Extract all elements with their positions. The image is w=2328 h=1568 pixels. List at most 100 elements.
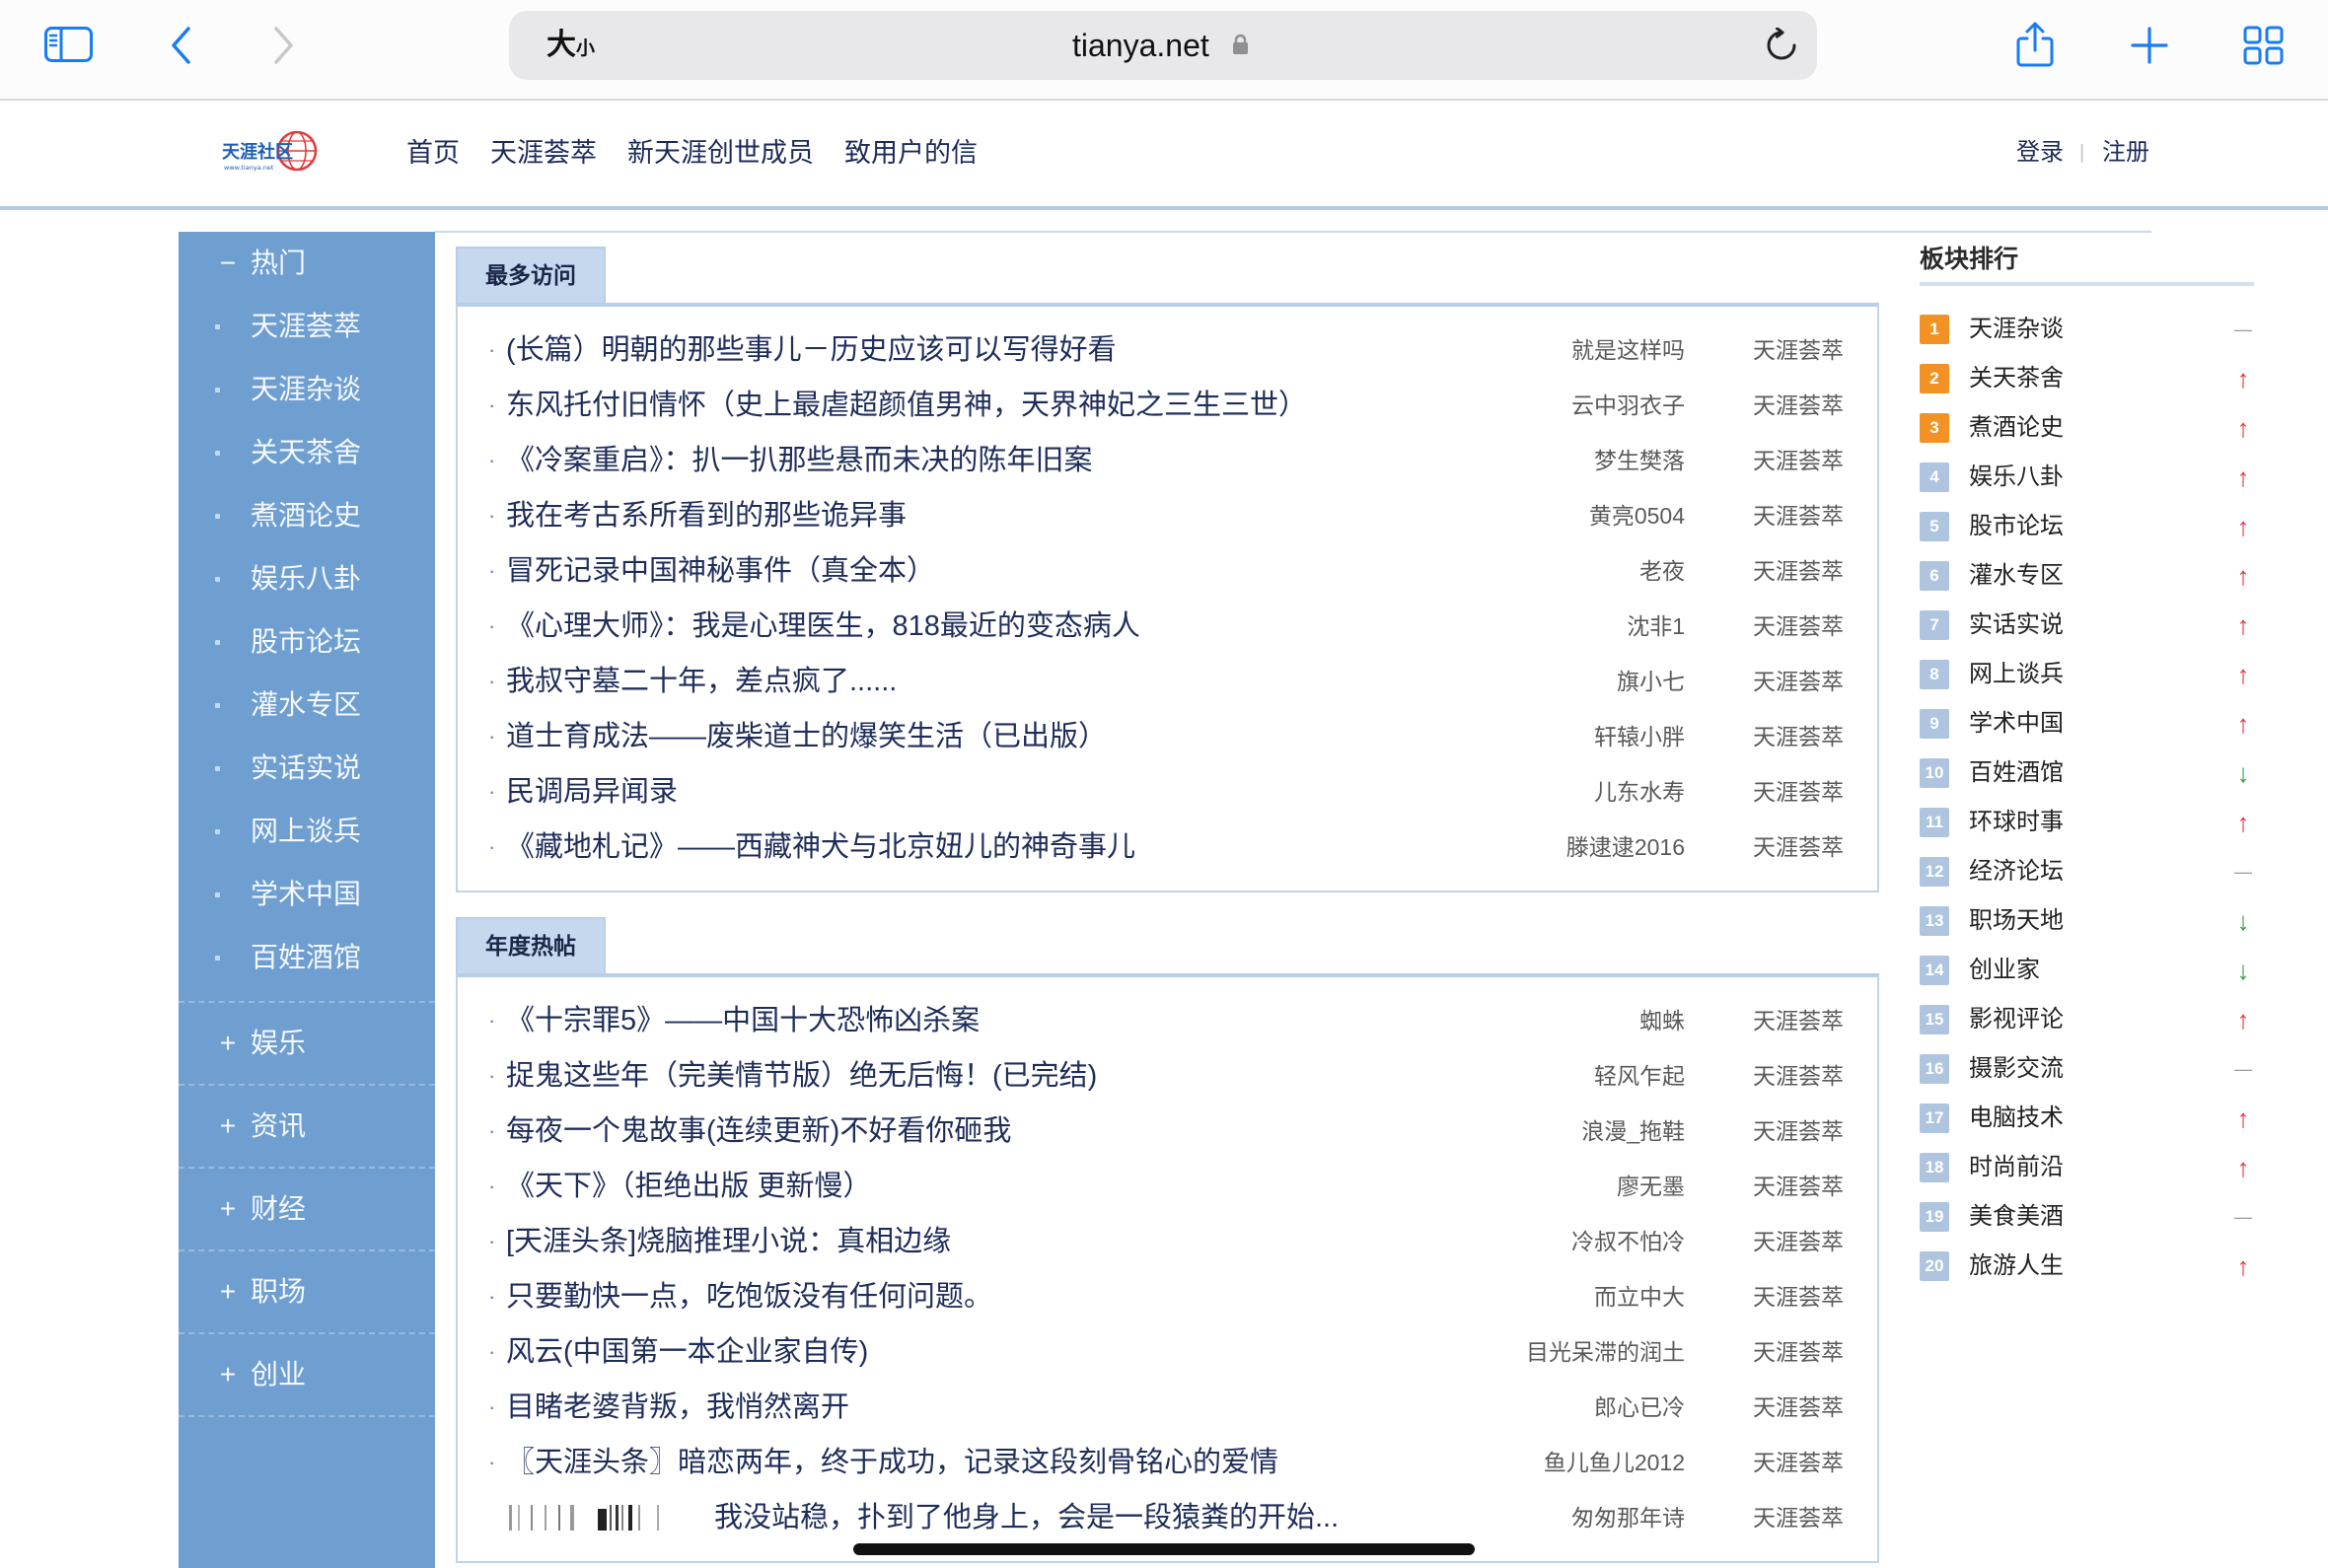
- post-author-link[interactable]: 而立中大: [1594, 1269, 1685, 1324]
- post-title-link[interactable]: 我在考古系所看到的那些诡异事: [506, 488, 907, 543]
- post-board-link[interactable]: 天涯荟萃: [1753, 1159, 1844, 1214]
- expand-icon[interactable]: +: [216, 1086, 240, 1167]
- rank-board-link[interactable]: 煮酒论史: [1969, 403, 2064, 453]
- nav-letter-to-users[interactable]: 致用户的信: [844, 133, 978, 173]
- post-board-link[interactable]: 天涯荟萃: [1753, 1435, 1844, 1490]
- post-author-link[interactable]: 郎心已冷: [1594, 1380, 1685, 1435]
- sidebar-group[interactable]: + 资讯: [179, 1084, 435, 1167]
- post-author-link[interactable]: 轩辕小胖: [1594, 709, 1685, 764]
- post-board-link[interactable]: 天涯荟萃: [1753, 1214, 1844, 1269]
- rank-board-link[interactable]: 百姓酒馆: [1969, 748, 2064, 798]
- post-author-link[interactable]: 轻风乍起: [1594, 1048, 1685, 1104]
- post-board-link[interactable]: 天涯荟萃: [1753, 543, 1844, 599]
- rank-board-link[interactable]: 实话实说: [1969, 601, 2064, 650]
- sidebar-item[interactable]: 实话实说: [179, 737, 435, 800]
- post-board-link[interactable]: 天涯荟萃: [1753, 1048, 1844, 1104]
- post-author-link[interactable]: 冷叔不怕冷: [1571, 1214, 1685, 1269]
- post-title-link[interactable]: 道士育成法——废柴道士的爆笑生活（已出版）: [506, 709, 1107, 764]
- sidebar-item[interactable]: 股市论坛: [179, 610, 435, 674]
- post-board-link[interactable]: 天涯荟萃: [1753, 433, 1844, 488]
- nav-founding-members[interactable]: 新天涯创世成员: [627, 133, 814, 173]
- post-board-link[interactable]: 天涯荟萃: [1753, 599, 1844, 654]
- rank-board-link[interactable]: 美食美酒: [1969, 1192, 2064, 1242]
- post-author-link[interactable]: 鱼儿鱼儿2012: [1544, 1435, 1685, 1490]
- text-size-button[interactable]: 大小: [546, 11, 595, 80]
- rank-board-link[interactable]: 摄影交流: [1969, 1044, 2064, 1094]
- sidebar-item[interactable]: 天涯杂谈: [179, 358, 435, 421]
- sidebar-item[interactable]: 娱乐八卦: [179, 547, 435, 610]
- reload-icon[interactable]: [1764, 27, 1799, 68]
- post-title-link[interactable]: 我叔守墓二十年，差点疯了......: [506, 654, 897, 709]
- sidebar-item[interactable]: 灌水专区: [179, 674, 435, 737]
- rank-board-link[interactable]: 职场天地: [1969, 896, 2064, 946]
- rank-board-link[interactable]: 时尚前沿: [1969, 1143, 2064, 1192]
- post-title-link[interactable]: 民调局异闻录: [506, 764, 678, 820]
- post-board-link[interactable]: 天涯荟萃: [1753, 820, 1844, 875]
- post-title-link[interactable]: 捉鬼这些年（完美情节版）绝无后悔！(已完结): [506, 1048, 1097, 1104]
- url-text[interactable]: tianya.net: [1072, 11, 1209, 80]
- rank-board-link[interactable]: 网上谈兵: [1969, 650, 2064, 699]
- sidebar-item[interactable]: 百姓酒馆: [179, 926, 435, 989]
- post-title-link[interactable]: 《藏地札记》——西藏神犬与北京妞儿的神奇事儿: [506, 820, 1135, 875]
- address-bar[interactable]: 大小 tianya.net: [509, 11, 1817, 80]
- post-board-link[interactable]: 天涯荟萃: [1753, 1380, 1844, 1435]
- sidebar-group-hot[interactable]: − 热门: [179, 232, 435, 295]
- rank-board-link[interactable]: 娱乐八卦: [1969, 453, 2064, 502]
- expand-icon[interactable]: +: [216, 1251, 240, 1332]
- login-link[interactable]: 登录: [2016, 135, 2064, 171]
- share-icon[interactable]: [2014, 21, 2056, 73]
- post-board-link[interactable]: 天涯荟萃: [1753, 654, 1844, 709]
- post-author-link[interactable]: 儿东水寿: [1594, 764, 1685, 820]
- post-title-link[interactable]: 目睹老婆背叛，我悄然离开: [506, 1380, 849, 1435]
- post-author-link[interactable]: 廖无墨: [1617, 1159, 1685, 1214]
- sidebar-group[interactable]: + 创业: [179, 1332, 435, 1417]
- post-board-link[interactable]: 天涯荟萃: [1753, 378, 1844, 433]
- tianya-logo[interactable]: 天涯社区 www.tianya.net: [220, 127, 323, 183]
- sidebar-item[interactable]: 关天茶舍: [179, 421, 435, 484]
- post-author-link[interactable]: 目光呆滞的润土: [1526, 1324, 1685, 1380]
- rank-board-link[interactable]: 电脑技术: [1969, 1094, 2064, 1143]
- plus-icon[interactable]: [2131, 27, 2168, 69]
- sidebar-icon[interactable]: [44, 27, 93, 67]
- post-title-link[interactable]: 我没站稳，扑到了他身上，会是一段猿粪的开始...: [714, 1490, 1339, 1545]
- tabs-grid-icon[interactable]: [2243, 26, 2284, 70]
- post-title-link[interactable]: 《十宗罪5》——中国十大恐怖凶杀案: [506, 993, 980, 1048]
- post-author-link[interactable]: 沈非1: [1627, 599, 1685, 654]
- expand-icon[interactable]: +: [216, 1003, 240, 1084]
- nav-home[interactable]: 首页: [406, 133, 460, 173]
- sidebar-item[interactable]: 网上谈兵: [179, 800, 435, 863]
- post-title-link[interactable]: 风云(中国第一本企业家自传): [506, 1324, 868, 1380]
- expand-icon[interactable]: +: [216, 1334, 240, 1415]
- post-board-link[interactable]: 天涯荟萃: [1753, 488, 1844, 543]
- rank-board-link[interactable]: 灌水专区: [1969, 551, 2064, 601]
- post-board-link[interactable]: 天涯荟萃: [1753, 1269, 1844, 1324]
- collapse-icon[interactable]: −: [216, 232, 240, 295]
- sidebar-item[interactable]: 学术中国: [179, 863, 435, 926]
- post-board-link[interactable]: 天涯荟萃: [1753, 1324, 1844, 1380]
- post-board-link[interactable]: 天涯荟萃: [1753, 1104, 1844, 1159]
- post-title-link[interactable]: 《心理大师》：我是心理医生，818最近的变态病人: [506, 599, 1140, 654]
- post-author-link[interactable]: 黄亮0504: [1589, 488, 1685, 543]
- post-title-link[interactable]: 冒死记录中国神秘事件（真全本）: [506, 543, 935, 599]
- rank-board-link[interactable]: 学术中国: [1969, 699, 2064, 748]
- post-author-link[interactable]: 旗小七: [1617, 654, 1685, 709]
- post-board-link[interactable]: 天涯荟萃: [1753, 993, 1844, 1048]
- post-board-link[interactable]: 天涯荟萃: [1753, 709, 1844, 764]
- rank-board-link[interactable]: 天涯杂谈: [1969, 305, 2064, 354]
- sidebar-item[interactable]: 天涯荟萃: [179, 295, 435, 358]
- post-author-link[interactable]: 蜘蛛: [1639, 993, 1685, 1048]
- rank-board-link[interactable]: 创业家: [1969, 946, 2040, 995]
- rank-board-link[interactable]: 影视评论: [1969, 995, 2064, 1044]
- sidebar-item[interactable]: 煮酒论史: [179, 484, 435, 547]
- post-author-link[interactable]: 老夜: [1639, 543, 1685, 599]
- post-author-link[interactable]: 就是这样吗: [1571, 322, 1685, 378]
- post-board-link[interactable]: 天涯荟萃: [1753, 764, 1844, 820]
- post-title-link[interactable]: 《天下》（拒绝出版 更新慢）: [506, 1159, 872, 1214]
- post-title-link[interactable]: 只要勤快一点，吃饱饭没有任何问题。: [506, 1269, 992, 1324]
- post-author-link[interactable]: 匆匆那年诗: [1571, 1490, 1685, 1545]
- sidebar-group[interactable]: + 财经: [179, 1167, 435, 1249]
- post-board-link[interactable]: 天涯荟萃: [1753, 1490, 1844, 1545]
- post-author-link[interactable]: 云中羽衣子: [1571, 378, 1685, 433]
- post-author-link[interactable]: 滕逮逮2016: [1566, 820, 1685, 875]
- rank-board-link[interactable]: 经济论坛: [1969, 847, 2064, 896]
